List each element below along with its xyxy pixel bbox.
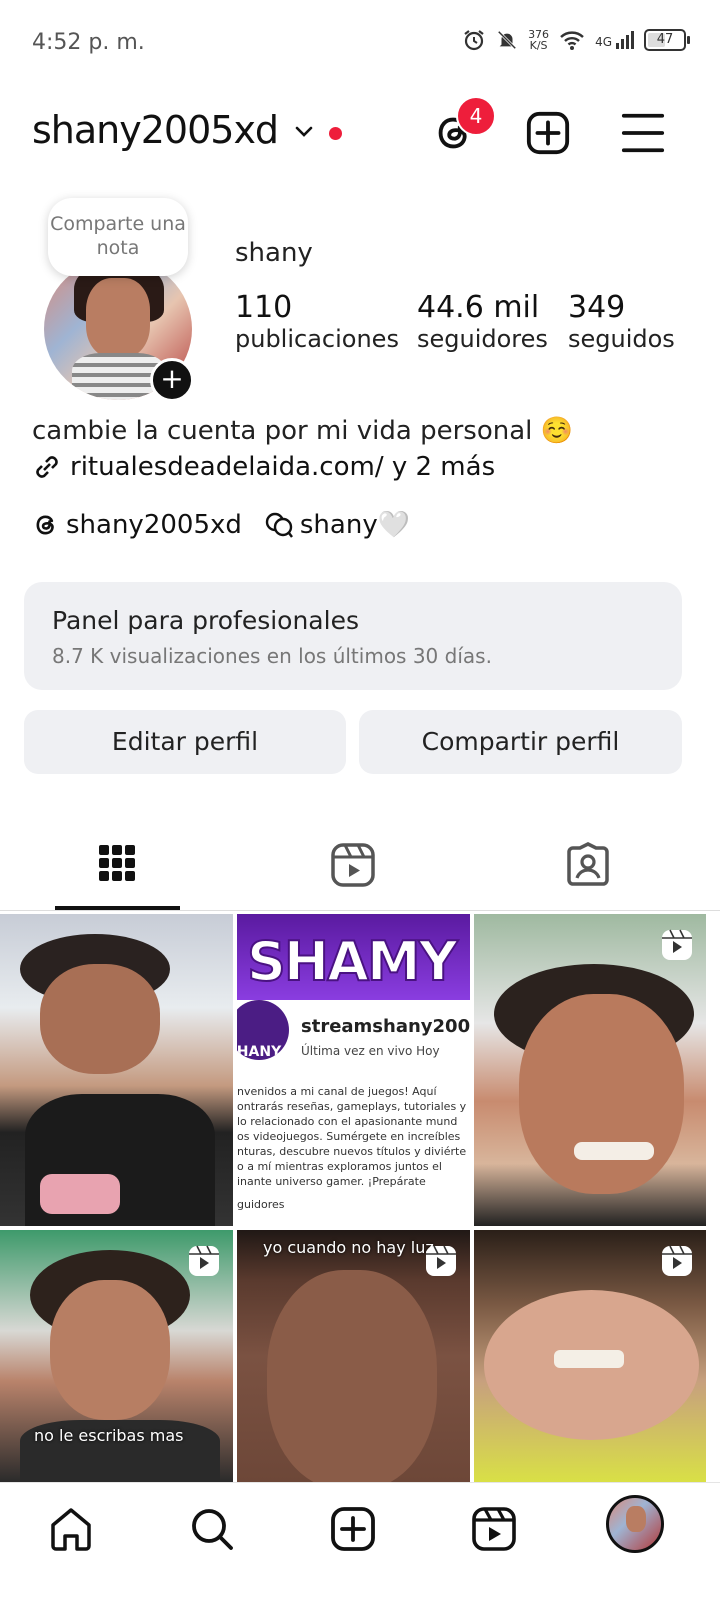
threads-handle-chip[interactable]: shany2005xd — [32, 510, 242, 540]
reel-thumbnail[interactable]: no le escribas mas — [0, 1230, 233, 1482]
mute-icon — [497, 30, 517, 50]
status-time: 4:52 p. m. — [32, 30, 145, 55]
edit-profile-button[interactable]: Editar perfil — [24, 710, 346, 774]
share-profile-button[interactable]: Compartir perfil — [359, 710, 682, 774]
active-tab-indicator — [55, 906, 180, 910]
reel-badge-icon — [189, 1245, 219, 1276]
signal-icon: 4G — [595, 31, 634, 49]
chat-handle-chip[interactable]: shany🤍 — [264, 510, 410, 540]
add-story-icon[interactable]: + — [150, 358, 194, 402]
reel-badge-icon — [662, 929, 692, 960]
panel-subtitle: 8.7 K visualizaciones en los últimos 30 … — [52, 644, 492, 668]
reels-icon[interactable] — [330, 842, 376, 888]
profile-nav-avatar[interactable] — [606, 1495, 664, 1553]
link-icon — [36, 456, 58, 478]
threads-icon — [36, 515, 54, 535]
stream-title: SHAMY — [246, 929, 459, 994]
account-username[interactable]: shany2005xd — [32, 108, 279, 152]
reel-thumbnail[interactable] — [474, 1230, 706, 1482]
stat-following[interactable]: 349 seguidos — [568, 290, 675, 353]
professional-dashboard[interactable]: Panel para profesionales 8.7 K visualiza… — [24, 582, 682, 690]
search-icon[interactable] — [188, 1505, 236, 1553]
reel-thumbnail[interactable] — [474, 914, 706, 1226]
notification-dot — [329, 127, 342, 140]
post-thumbnail[interactable] — [0, 914, 233, 1226]
display-name: shany — [235, 238, 313, 268]
tagged-icon[interactable] — [565, 842, 611, 888]
last-live: Última vez en vivo Hoy — [301, 1044, 440, 1058]
reel-badge-icon — [426, 1245, 456, 1276]
note-bubble[interactable]: Comparte una nota — [48, 198, 188, 276]
bio-link[interactable]: ritualesdeadelaida.com/ y 2 más — [32, 452, 495, 482]
stat-posts[interactable]: 110 publicaciones — [235, 290, 399, 353]
reel-caption: no le escribas mas — [34, 1426, 184, 1445]
status-icons: 376 K/S 4G 47 — [462, 28, 690, 52]
bio-text: cambie la cuenta por mi vida personal ☺️ — [32, 416, 574, 446]
channel-logo: HANY — [237, 1000, 289, 1060]
net-speed: 376 K/S — [528, 28, 550, 52]
tabs-divider — [0, 910, 720, 911]
home-icon[interactable] — [47, 1505, 95, 1553]
reel-thumbnail[interactable]: yo cuando no hay luz — [237, 1230, 470, 1482]
chevron-down-icon[interactable] — [292, 120, 316, 144]
alarm-icon — [464, 30, 484, 51]
chat-icon — [265, 512, 293, 538]
bottom-navigation — [0, 1482, 720, 1601]
reel-caption: yo cuando no hay luz — [263, 1238, 434, 1257]
reel-badge-icon — [662, 1245, 692, 1276]
threads-badge: 4 — [456, 96, 496, 136]
grid-icon[interactable] — [97, 843, 137, 883]
battery-icon: 47 — [644, 29, 690, 51]
post-thumbnail[interactable]: SHAMY HANY streamshany2005 Última vez en… — [237, 914, 470, 1226]
reels-nav-icon[interactable] — [470, 1505, 518, 1553]
wifi-icon — [560, 31, 584, 50]
panel-title: Panel para profesionales — [52, 606, 359, 635]
menu-icon[interactable] — [620, 110, 666, 156]
create-post-icon[interactable] — [525, 110, 571, 156]
create-icon[interactable] — [329, 1505, 377, 1553]
stat-followers[interactable]: 44.6 mil seguidores — [417, 290, 548, 353]
channel-name: streamshany2005 — [301, 1016, 470, 1037]
